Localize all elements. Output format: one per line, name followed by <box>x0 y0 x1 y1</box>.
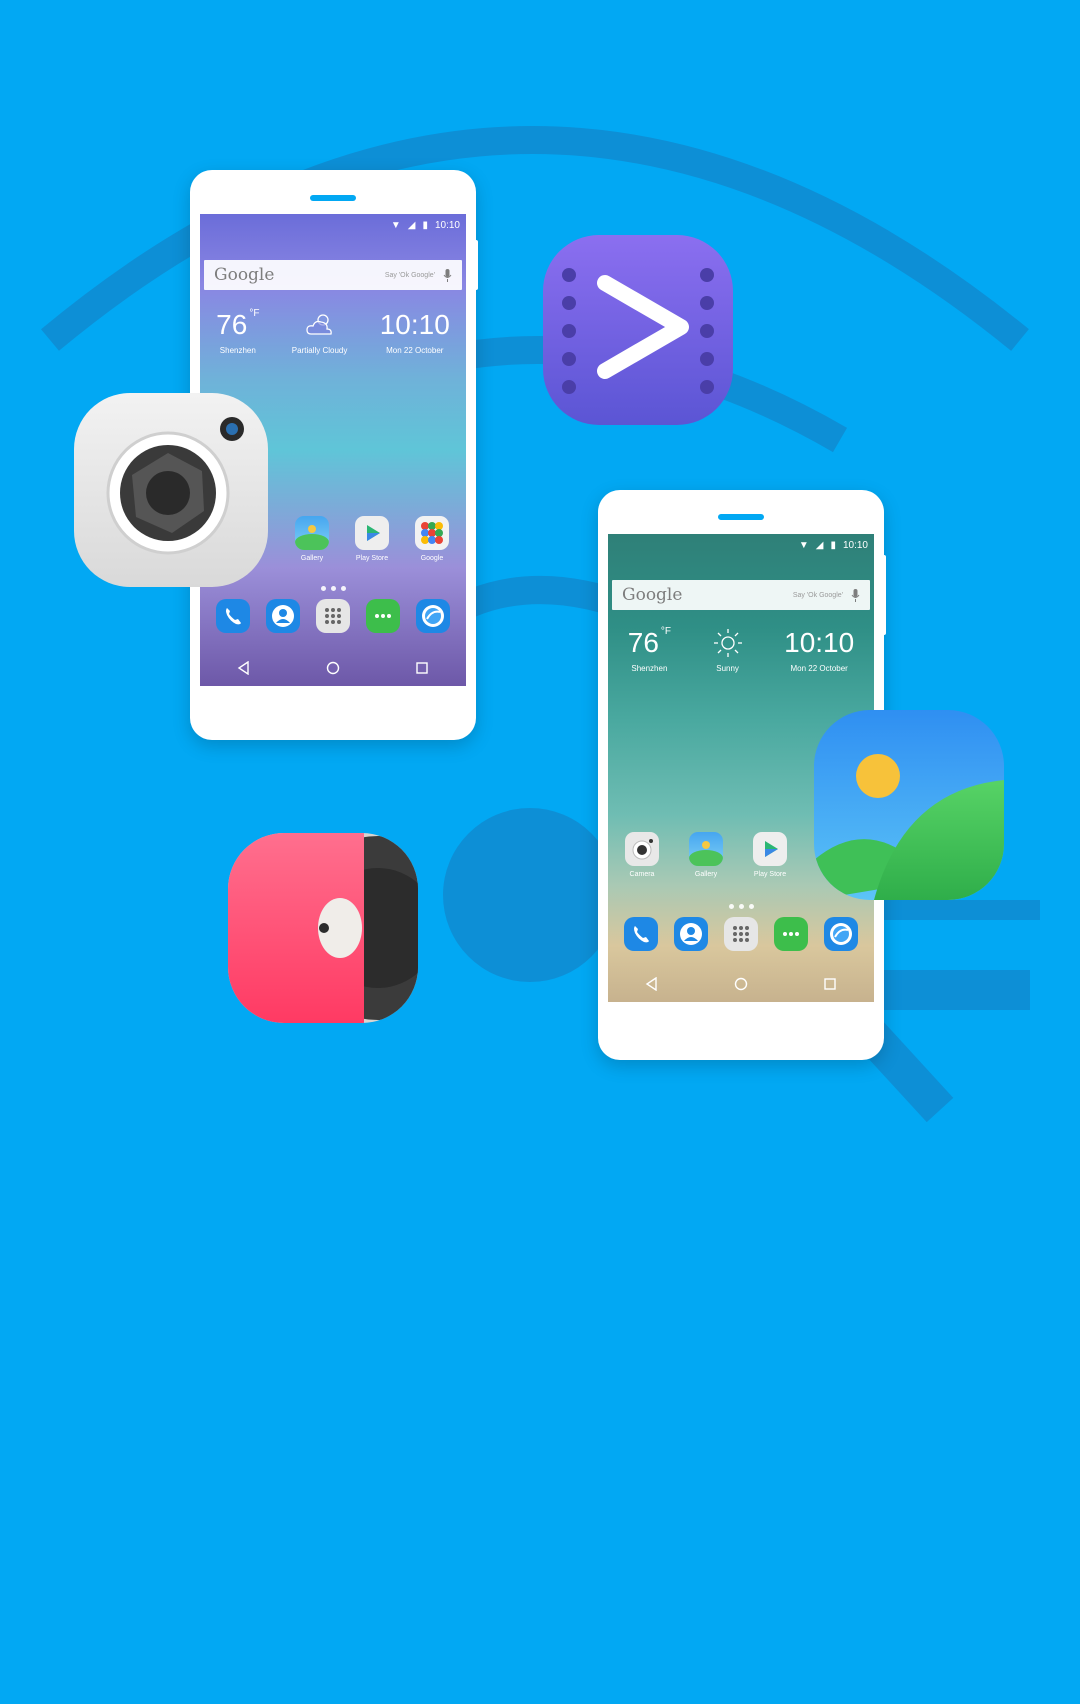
app-label: Google <box>420 555 444 562</box>
temperature-unit: °F <box>249 308 260 319</box>
gallery-icon <box>689 832 723 866</box>
google-folder-icon <box>415 516 449 550</box>
back-icon[interactable] <box>237 661 251 675</box>
recents-icon[interactable] <box>823 977 837 991</box>
dock <box>608 917 874 951</box>
messaging-icon[interactable] <box>366 599 400 633</box>
recents-icon[interactable] <box>415 661 429 675</box>
app-label: Play Store <box>753 871 787 878</box>
temperature-unit: °F <box>660 626 672 637</box>
signal-icon: ◢ <box>815 539 824 551</box>
app-label: Gallery <box>694 871 718 878</box>
camera-app-icon <box>74 393 268 587</box>
page-indicator <box>608 904 874 909</box>
status-bar: ▼ ◢ ▮ 10:10 <box>200 214 466 236</box>
home-icon[interactable] <box>734 977 748 991</box>
phone-speaker <box>718 514 764 520</box>
navigation-bar <box>608 966 874 1002</box>
clock-time: 10:10 <box>379 309 450 340</box>
home-icon[interactable] <box>326 661 340 675</box>
app-drawer-icon[interactable] <box>724 917 758 951</box>
navigation-bar <box>200 650 466 686</box>
back-icon[interactable] <box>645 977 659 991</box>
phone-side-button <box>882 555 886 635</box>
phone-side-button <box>474 240 478 290</box>
music-player-icon <box>228 833 418 1023</box>
partly-cloudy-icon <box>305 314 332 335</box>
phone-speaker <box>310 195 356 201</box>
status-time: 10:10 <box>434 219 460 231</box>
app-camera[interactable]: Camera <box>612 832 672 878</box>
messaging-icon[interactable] <box>774 917 808 951</box>
weather-condition: Sunny <box>716 664 739 673</box>
phone-icon[interactable] <box>624 917 658 951</box>
weather-widget[interactable]: 76 °F Shenzhen Sunny 10:10 Mon 22 Octobe… <box>608 626 874 673</box>
browser-icon[interactable] <box>824 917 858 951</box>
signal-icon: ◢ <box>407 219 416 231</box>
app-drawer-icon[interactable] <box>316 599 350 633</box>
search-hint: Say 'Ok Google' <box>792 591 843 599</box>
wifi-icon: ▼ <box>390 219 401 231</box>
contacts-icon[interactable] <box>674 917 708 951</box>
app-label: Play Store <box>355 555 389 562</box>
app-gallery[interactable]: Gallery <box>676 832 736 878</box>
gallery-icon <box>295 516 329 550</box>
google-logo: Google <box>622 585 683 605</box>
google-search-bar[interactable]: Google Say 'Ok Google' <box>204 260 462 290</box>
contacts-icon[interactable] <box>266 599 300 633</box>
search-hint: Say 'Ok Google' <box>384 271 435 279</box>
play-store-icon <box>355 516 389 550</box>
gallery-app-icon <box>814 710 1004 900</box>
mic-icon[interactable] <box>851 588 860 602</box>
play-store-icon <box>753 832 787 866</box>
phone-icon[interactable] <box>216 599 250 633</box>
mic-icon[interactable] <box>443 268 452 282</box>
clock-time: 10:10 <box>784 627 855 658</box>
google-search-bar[interactable]: Google Say 'Ok Google' <box>612 580 870 610</box>
status-time: 10:10 <box>842 539 868 551</box>
temperature: 76 <box>216 309 248 340</box>
battery-icon: ▮ <box>830 539 836 551</box>
app-google-folder[interactable]: Google <box>402 516 462 562</box>
google-logo: Google <box>214 265 275 285</box>
weather-widget[interactable]: 76 °F Shenzhen Partially Cloudy 10:10 Mon… <box>200 308 466 355</box>
browser-icon[interactable] <box>416 599 450 633</box>
dock <box>200 599 466 633</box>
wifi-icon: ▼ <box>798 539 809 551</box>
temperature: 76 <box>627 627 659 658</box>
video-player-icon <box>543 235 733 425</box>
status-bar: ▼ ◢ ▮ 10:10 <box>608 534 874 556</box>
battery-icon: ▮ <box>422 219 428 231</box>
weather-condition: Partially Cloudy <box>291 346 348 355</box>
app-play-store[interactable]: Play Store <box>740 832 800 878</box>
app-label: Gallery <box>300 555 324 562</box>
clock-date: Mon 22 October <box>386 346 444 355</box>
camera-icon <box>625 832 659 866</box>
app-label: Camera <box>629 871 655 878</box>
city: Shenzhen <box>631 664 668 673</box>
app-play-store[interactable]: Play Store <box>342 516 402 562</box>
sunny-icon <box>713 629 742 657</box>
app-gallery[interactable]: Gallery <box>282 516 342 562</box>
city: Shenzhen <box>219 346 256 355</box>
clock-date: Mon 22 October <box>790 664 848 673</box>
